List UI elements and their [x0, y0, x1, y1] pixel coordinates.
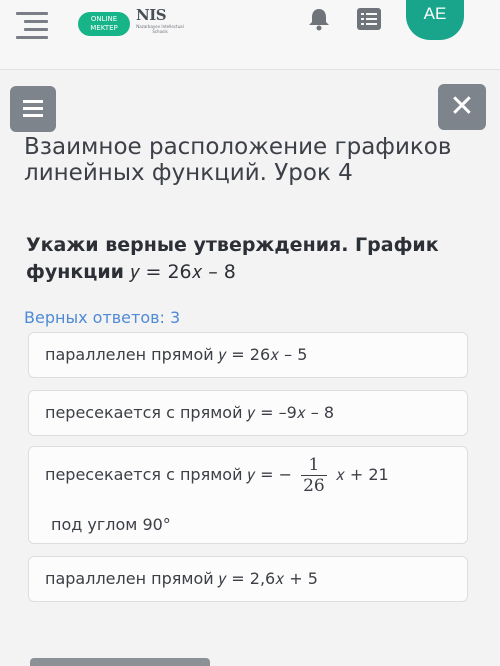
- option-3-line2: под углом 90°: [51, 515, 171, 534]
- logo-online-line1: ONLINE: [90, 15, 118, 23]
- lesson-title: Взаимное расположение графиков линейных …: [24, 134, 452, 186]
- answer-option-4[interactable]: параллелен прямой 𝑦 = 2,6𝑥 + 5: [28, 556, 468, 602]
- fraction-denominator: 26: [303, 476, 325, 496]
- answer-option-2[interactable]: пересекается с прямой 𝑦 = –9𝑥 – 8: [28, 390, 468, 436]
- bell-icon[interactable]: [306, 6, 332, 32]
- list-icon[interactable]: [356, 6, 382, 32]
- option-3-prefix: пересекается с прямой 𝑦 = −: [45, 465, 293, 484]
- fraction: 1 26: [301, 455, 327, 496]
- option-3-suffix: 𝑥 + 21: [335, 465, 389, 484]
- answer-option-label: параллелен прямой 𝑦 = 2,6𝑥 + 5: [45, 569, 318, 588]
- correct-answers-count: Верных ответов: 3: [24, 308, 181, 327]
- menu-icon[interactable]: [16, 10, 48, 40]
- answer-option-label: пересекается с прямой 𝑦 = − 1 26 𝑥 + 21: [45, 455, 389, 496]
- answer-option-1[interactable]: параллелен прямой 𝑦 = 26𝑥 – 5: [28, 332, 468, 378]
- close-button[interactable]: ✕: [438, 84, 486, 130]
- question-formula: 𝑦 = 26𝑥 – 8: [130, 261, 236, 283]
- question-text: Укажи верные утверждения. График функции…: [26, 232, 466, 286]
- nis-logo-mark: NIS: [136, 6, 167, 24]
- top-bar: ONLINE MEKTEP NIS Nazarbayev Intellectua…: [0, 0, 500, 70]
- answer-option-3[interactable]: пересекается с прямой 𝑦 = − 1 26 𝑥 + 21 …: [28, 446, 468, 544]
- screen: ONLINE MEKTEP NIS Nazarbayev Intellectua…: [0, 0, 500, 666]
- nis-logo: NIS Nazarbayev Intellectual Schools: [136, 6, 186, 46]
- nis-logo-subtitle: Nazarbayev Intellectual Schools: [136, 24, 184, 34]
- fraction-numerator: 1: [301, 455, 327, 476]
- online-mektep-logo: ONLINE MEKTEP: [78, 12, 130, 36]
- answer-option-label: параллелен прямой 𝑦 = 26𝑥 – 5: [45, 345, 308, 364]
- user-avatar[interactable]: AE: [406, 0, 464, 40]
- next-button[interactable]: [30, 658, 210, 666]
- question-menu-button[interactable]: [10, 86, 56, 132]
- answer-option-label: пересекается с прямой 𝑦 = –9𝑥 – 8: [45, 403, 335, 422]
- logo-online-line2: MEKTEP: [90, 24, 118, 32]
